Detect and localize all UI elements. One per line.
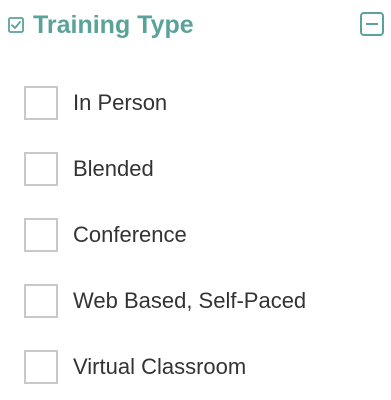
option-label: Virtual Classroom — [73, 354, 247, 379]
collapse-button[interactable] — [360, 12, 384, 36]
minus-square-icon — [366, 23, 378, 25]
checkbox[interactable] — [24, 86, 58, 120]
option-conference[interactable]: Conference — [24, 202, 384, 268]
options-list: In Person Blended Conference Web Based, … — [24, 70, 384, 400]
checkbox[interactable] — [24, 350, 58, 384]
checkbox[interactable] — [24, 152, 58, 186]
option-label: In Person — [73, 90, 168, 115]
checkbox-checked-icon — [8, 17, 24, 33]
option-virtual-classroom[interactable]: Virtual Classroom — [24, 334, 384, 400]
filter-title: Training Type — [33, 11, 194, 39]
option-web-based-self-paced[interactable]: Web Based, Self-Paced — [24, 268, 384, 334]
filter-header: Training Type — [8, 8, 389, 42]
option-blended[interactable]: Blended — [24, 136, 384, 202]
option-label: Web Based, Self-Paced — [73, 288, 307, 313]
option-label: Blended — [73, 156, 154, 181]
training-type-filter: Training Type In Person Blended Conferen… — [0, 0, 391, 384]
checkbox[interactable] — [24, 284, 58, 318]
option-in-person[interactable]: In Person — [24, 70, 384, 136]
checkbox[interactable] — [24, 218, 58, 252]
option-label: Conference — [73, 222, 187, 247]
